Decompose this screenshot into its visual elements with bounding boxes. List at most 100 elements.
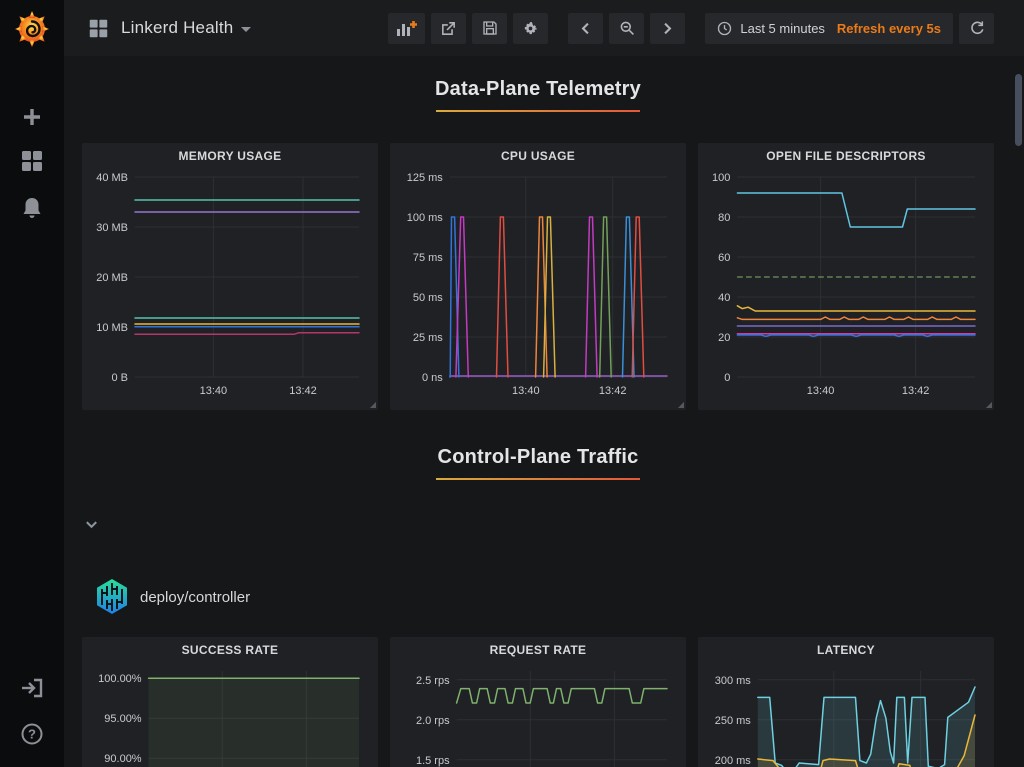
time-back-button[interactable]: [568, 13, 603, 44]
add-panel-button[interactable]: [388, 13, 425, 44]
svg-text:250 ms: 250 ms: [715, 715, 752, 727]
svg-text:50 ms: 50 ms: [413, 292, 443, 304]
refresh-icon: [969, 20, 985, 36]
alerting-bell-icon[interactable]: [0, 196, 64, 220]
add-icon[interactable]: [0, 106, 64, 128]
svg-text:80: 80: [718, 212, 730, 224]
refresh-interval-label: Refresh every 5s: [837, 21, 941, 36]
scrollbar-thumb[interactable]: [1015, 74, 1022, 146]
svg-text:13:42: 13:42: [902, 385, 930, 397]
time-forward-button[interactable]: [650, 13, 685, 44]
panel-latency: LATENCY 13:4013:42300 ms250 ms200 ms: [698, 637, 994, 767]
gear-icon: [522, 20, 539, 37]
panel-memory-usage: MEMORY USAGE 13:40 13:42 0 B 10 MB 20 MB 30 M…: [82, 143, 378, 410]
service-label: deploy/controller: [140, 589, 250, 606]
svg-text:95.00%: 95.00%: [104, 713, 142, 725]
panel-success-rate: SUCCESS RATE 13:4013:42100.00%95.00%90.0…: [82, 637, 378, 767]
save-button[interactable]: [472, 13, 507, 44]
row-title-underline: [436, 110, 640, 112]
svg-text:2.0 rps: 2.0 rps: [416, 715, 450, 727]
clock-icon: [717, 21, 732, 36]
svg-text:13:40: 13:40: [807, 385, 835, 397]
svg-text:25 ms: 25 ms: [413, 332, 443, 344]
row-collapse-toggle[interactable]: [84, 517, 99, 537]
panel-title[interactable]: LATENCY: [698, 637, 994, 663]
open-file-descriptors-chart[interactable]: 13:40 13:42 0 20 40 60 80 100: [705, 169, 987, 401]
service-header: deploy/controller: [93, 577, 250, 617]
zoom-out-button[interactable]: [609, 13, 644, 44]
resize-handle-icon[interactable]: ◢: [370, 401, 376, 409]
grafana-logo[interactable]: [11, 7, 53, 49]
panel-title[interactable]: MEMORY USAGE: [82, 143, 378, 169]
panel-title[interactable]: OPEN FILE DESCRIPTORS: [698, 143, 994, 169]
linkerd-logo-icon: [93, 577, 131, 617]
panel-open-file-descriptors: OPEN FILE DESCRIPTORS 13:40 13:42 0 20 40 60 8…: [698, 143, 994, 410]
svg-text:13:40: 13:40: [512, 385, 540, 397]
svg-text:1.5 rps: 1.5 rps: [416, 755, 450, 767]
dashboards-grid-icon[interactable]: [0, 149, 64, 173]
settings-button[interactable]: [513, 13, 548, 44]
row-title-text: Control-Plane Traffic: [82, 446, 994, 469]
apps-grid-icon[interactable]: [88, 18, 109, 39]
dashboard-title-dropdown[interactable]: Linkerd Health: [121, 18, 251, 38]
zoom-out-icon: [619, 20, 635, 36]
svg-text:300 ms: 300 ms: [715, 675, 752, 687]
svg-text:200 ms: 200 ms: [715, 755, 752, 767]
chevron-right-icon: [662, 22, 673, 35]
row-title-data-plane: Data-Plane Telemetry: [82, 78, 994, 112]
svg-text:90.00%: 90.00%: [104, 753, 142, 765]
row-title-control-plane: Control-Plane Traffic: [82, 446, 994, 480]
save-icon: [482, 20, 498, 36]
svg-text:13:40: 13:40: [200, 385, 228, 397]
cpu-usage-chart[interactable]: 13:40 13:42 0 ns 25 ms 50 ms 75 ms 100 ms 125 m…: [397, 169, 679, 401]
svg-text:13:42: 13:42: [289, 385, 317, 397]
request-rate-chart[interactable]: 13:4013:422.5 rps2.0 rps1.5 rps: [397, 663, 679, 767]
top-navbar: Linkerd Health: [64, 0, 1024, 56]
time-range-picker[interactable]: Last 5 minutes Refresh every 5s: [705, 13, 953, 44]
success-rate-chart[interactable]: 13:4013:42100.00%95.00%90.00%: [89, 663, 371, 767]
row-title-text: Data-Plane Telemetry: [82, 78, 994, 101]
svg-text:40 MB: 40 MB: [96, 172, 128, 184]
svg-text:0 B: 0 B: [111, 372, 128, 384]
chevron-down-icon: [84, 517, 99, 532]
panel-title[interactable]: CPU USAGE: [390, 143, 686, 169]
row-title-underline: [436, 478, 640, 480]
memory-usage-chart[interactable]: 13:40 13:42 0 B 10 MB 20 MB 30 MB 40 MB: [89, 169, 371, 401]
help-icon[interactable]: ?: [0, 722, 64, 746]
svg-text:125 ms: 125 ms: [407, 172, 444, 184]
svg-text:10 MB: 10 MB: [96, 322, 128, 334]
panel-cpu-usage: CPU USAGE 13:4013:420 ns25 ms50 ms75 ms1…: [390, 143, 686, 410]
latency-chart[interactable]: 13:4013:42300 ms250 ms200 ms: [705, 663, 987, 767]
svg-text:100: 100: [712, 172, 730, 184]
panel-request-rate: REQUEST RATE 13:4013:422.5 rps2.0 rps1.5…: [390, 637, 686, 767]
resize-handle-icon[interactable]: ◢: [986, 401, 992, 409]
svg-text:100.00%: 100.00%: [98, 673, 142, 685]
share-icon: [440, 20, 457, 37]
resize-handle-icon[interactable]: ◢: [678, 401, 684, 409]
share-button[interactable]: [431, 13, 466, 44]
time-range-label: Last 5 minutes: [740, 21, 825, 36]
svg-text:?: ?: [28, 727, 36, 742]
chevron-left-icon: [580, 22, 591, 35]
svg-text:75 ms: 75 ms: [413, 252, 443, 264]
svg-text:100 ms: 100 ms: [407, 212, 444, 224]
svg-text:60: 60: [718, 252, 730, 264]
dashboard-canvas: Data-Plane Telemetry MEMORY USAGE 13:401…: [64, 56, 1024, 767]
grafana-logo-icon: [11, 7, 53, 49]
svg-text:2.5 rps: 2.5 rps: [416, 675, 450, 687]
sign-in-icon[interactable]: [0, 676, 64, 700]
sidebar: ?: [0, 0, 64, 767]
dashboard-title: Linkerd Health: [121, 18, 233, 38]
chevron-down-icon: [241, 27, 251, 32]
panel-title[interactable]: SUCCESS RATE: [82, 637, 378, 663]
svg-text:0: 0: [724, 372, 730, 384]
svg-text:40: 40: [718, 292, 730, 304]
svg-text:30 MB: 30 MB: [96, 222, 128, 234]
svg-text:13:42: 13:42: [599, 385, 627, 397]
svg-text:20: 20: [718, 332, 730, 344]
add-panel-icon: [396, 20, 417, 37]
svg-text:0 ns: 0 ns: [422, 372, 443, 384]
svg-text:20 MB: 20 MB: [96, 272, 128, 284]
refresh-button[interactable]: [959, 13, 994, 44]
panel-title[interactable]: REQUEST RATE: [390, 637, 686, 663]
